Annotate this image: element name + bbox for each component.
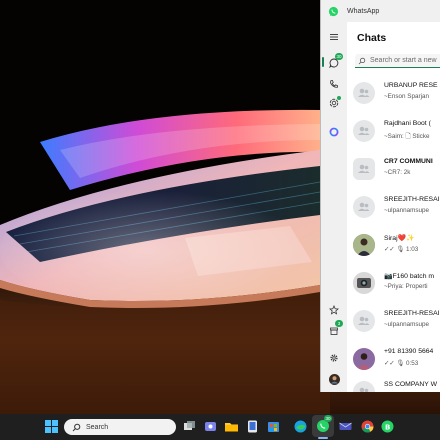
star-icon [329, 305, 339, 315]
chat-name: SREEJITH-RESAI [384, 310, 440, 317]
starred-button[interactable] [327, 303, 341, 317]
chat-name: +91 81390 5664 [384, 348, 434, 355]
group-photo-avatar [353, 272, 375, 294]
navigation-rail: 30 3 [321, 22, 347, 392]
microsoft-store-icon[interactable] [266, 419, 281, 434]
chat-name: 📷F160 batch m [384, 273, 435, 280]
chat-list-item[interactable]: SREEJITH-RESAI ~ulpannamsupe [347, 189, 440, 229]
taskbar-search-box[interactable]: Search [64, 419, 176, 435]
hamburger-icon [330, 34, 338, 40]
tablet-app-icon[interactable] [245, 419, 260, 434]
search-input[interactable]: Search or start a new [355, 54, 440, 68]
whatsapp-logo-icon [328, 6, 339, 16]
chat-name: CR7 COMMUNI [384, 158, 433, 165]
chat-list-item[interactable]: SS COMPANY W [347, 374, 440, 392]
search-icon [358, 57, 366, 64]
meta-ai-button[interactable] [327, 125, 341, 139]
group-avatar-icon [353, 310, 375, 332]
group-avatar-icon [353, 381, 375, 392]
chat-preview: ✓✓ 🎙 0:53 [384, 360, 419, 367]
chat-preview: ~Priya: Properti [384, 283, 428, 290]
status-update-dot [337, 96, 341, 100]
chat-preview: ~CR7: 2k [384, 169, 411, 176]
chat-name: Rajdhani Boot ( [384, 120, 431, 127]
chat-name: Siraj❤️✨ [384, 235, 415, 242]
chat-preview: ~Enson Sparjan [384, 93, 429, 100]
edge-browser-icon[interactable] [293, 419, 308, 434]
chat-list-item[interactable]: CR7 COMMUNI ~CR7: 2k [347, 151, 440, 191]
group-avatar-icon [353, 82, 375, 104]
svg-text:B: B [385, 424, 390, 432]
gear-icon [330, 354, 338, 362]
whatsapp-taskbar-button[interactable]: 30 [312, 415, 334, 437]
profile-button[interactable] [327, 372, 341, 386]
chat-name: SREEJITH-RESAI [384, 196, 440, 203]
window-title: WhatsApp [347, 7, 380, 15]
menu-button[interactable] [327, 30, 341, 44]
page-title: Chats [357, 32, 387, 44]
window-titlebar[interactable]: WhatsApp [321, 0, 440, 22]
taskbar-search-label: Search [86, 423, 109, 431]
whatsapp-business-icon[interactable]: B [380, 419, 395, 434]
status-nav-button[interactable] [327, 96, 341, 110]
community-avatar-icon [353, 158, 375, 180]
chat-preview: ✓✓ 🎙 1:03 [384, 246, 419, 253]
phone-icon [330, 80, 338, 88]
taskbar: Search 30 B [0, 414, 440, 440]
profile-avatar [328, 373, 340, 385]
chat-preview: ~ulpannamsupe [384, 321, 429, 328]
group-avatar-icon [353, 120, 375, 142]
archive-icon [330, 327, 338, 335]
chat-preview: ~ulpannamsupe [384, 207, 429, 214]
active-app-indicator [318, 437, 328, 439]
contact-photo-avatar [353, 348, 375, 370]
search-icon [72, 423, 81, 431]
search-placeholder: Search or start a new [370, 57, 437, 64]
chat-list-item[interactable]: SREEJITH-RESAI ~ulpannamsupe [347, 303, 440, 343]
calls-nav-button[interactable] [327, 77, 341, 91]
chat-list-item[interactable]: 📷F160 batch m ~Priya: Properti [347, 265, 440, 305]
chat-preview: ~Saim: 🗋 Sticke [384, 133, 430, 140]
chat-list-panel: Chats Search or start a new URBANUP RESE… [347, 22, 440, 392]
group-avatar-icon [353, 196, 375, 218]
contact-photo-avatar [353, 234, 375, 256]
windows-start-icon[interactable] [44, 419, 59, 434]
whatsapp-window: WhatsApp 30 3 Chats Search or start a ne… [320, 0, 440, 392]
mail-app-icon[interactable] [338, 419, 353, 434]
desktop: WhatsApp 30 3 Chats Search or start a ne… [0, 0, 440, 440]
archived-button[interactable]: 3 [327, 320, 343, 338]
chat-list-item[interactable]: Rajdhani Boot ( ~Saim: 🗋 Sticke [347, 113, 440, 153]
file-explorer-icon[interactable] [224, 419, 239, 434]
chats-unread-badge: 30 [335, 53, 343, 60]
chat-name: URBANUP RESE [384, 82, 438, 89]
chat-name: SS COMPANY W [384, 381, 437, 388]
chat-list-item[interactable]: URBANUP RESE ~Enson Sparjan [347, 75, 440, 115]
chrome-browser-icon[interactable] [360, 419, 375, 434]
task-view-icon[interactable] [182, 419, 197, 434]
chat-list-item[interactable]: Siraj❤️✨ ✓✓ 🎙 1:03 [347, 227, 440, 267]
whatsapp-taskbar-badge: 30 [324, 415, 332, 422]
teams-meet-icon[interactable] [203, 419, 218, 434]
meta-ai-icon [329, 127, 339, 137]
chats-nav-button[interactable]: 30 [327, 53, 343, 70]
archived-badge: 3 [335, 320, 343, 327]
active-indicator [322, 57, 324, 67]
settings-button[interactable] [327, 351, 341, 365]
